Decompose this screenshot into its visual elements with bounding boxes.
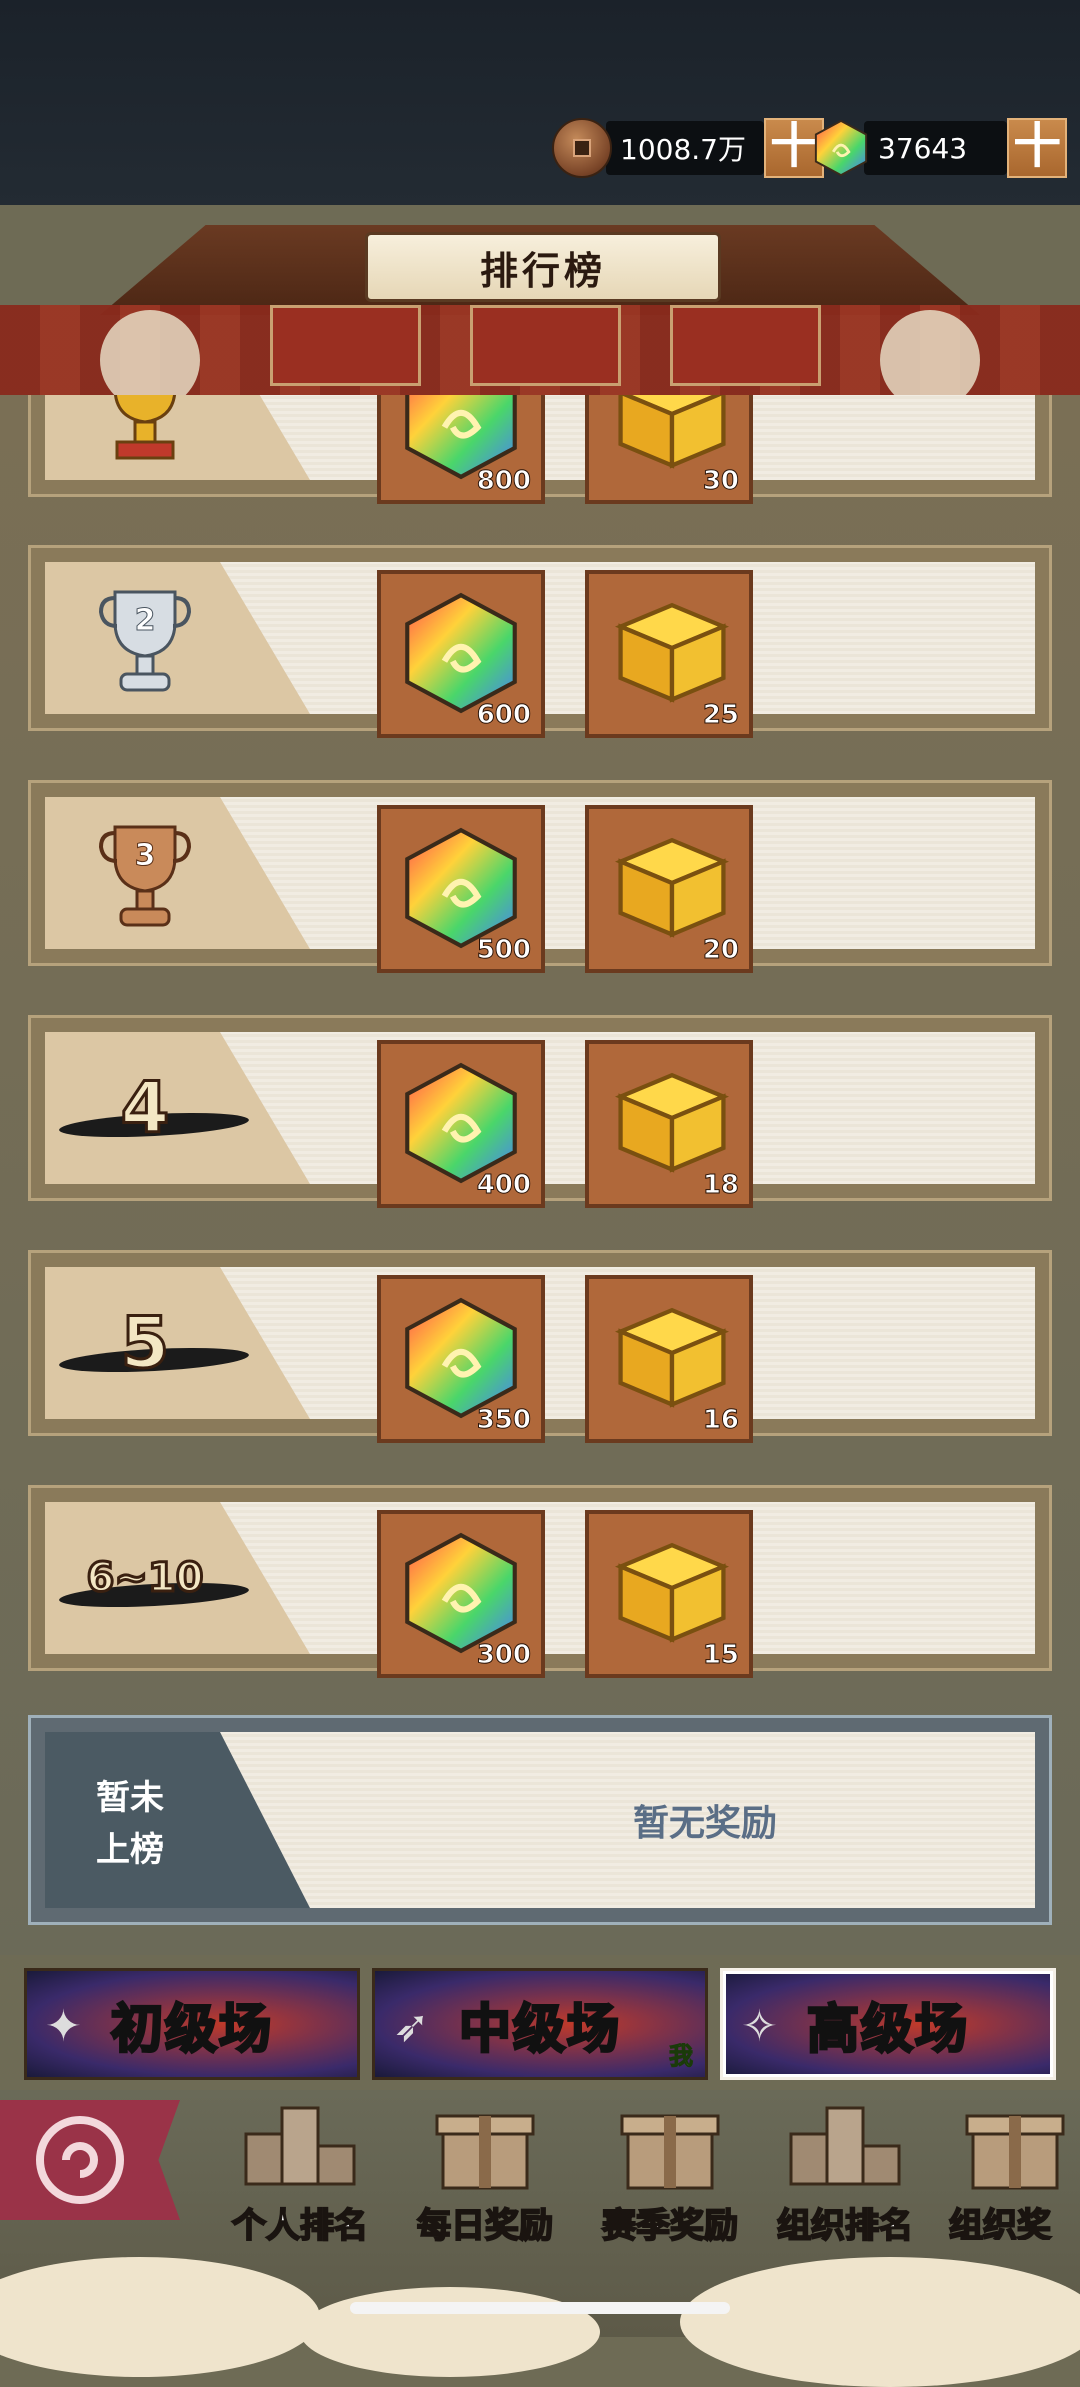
rainbow-gem-icon (814, 119, 868, 177)
chest-reward[interactable]: 16 (585, 1275, 753, 1443)
reward-row-rank-5: 5 350 16 (28, 1250, 1052, 1443)
reward-row-rank-1: 800 30 (28, 395, 1052, 504)
chest-count: 25 (702, 700, 739, 731)
nav-org-reward[interactable]: 组织奖 (945, 2090, 1080, 2240)
kunai-icon: ➶ (393, 2001, 430, 2052)
gift-box-icon (965, 2114, 1065, 2190)
banner (270, 305, 421, 386)
bronze-trophy-icon: 3 (98, 825, 192, 927)
chest-reward[interactable]: 25 (585, 570, 753, 738)
home-indicator[interactable] (350, 2302, 730, 2314)
reward-row-rank-3: 3 500 20 (28, 780, 1052, 973)
tab-advanced[interactable]: ✧ 高级场 (720, 1968, 1056, 2080)
add-gem-button[interactable]: 十 (1007, 118, 1068, 178)
scroll-icon: ✧ (741, 2001, 778, 2052)
rainbow-gem-icon (405, 1532, 517, 1654)
gem-count: 350 (476, 1405, 531, 1436)
gem-reward[interactable]: 800 (377, 395, 545, 504)
chest-reward[interactable]: 20 (585, 805, 753, 973)
podium-icon (244, 2106, 356, 2186)
chest-count: 18 (702, 1170, 739, 1201)
gem-count: 400 (476, 1170, 531, 1201)
tab-intermediate[interactable]: ➶ 中级场 我 (372, 1968, 708, 2080)
rank-number: 4 (119, 1066, 171, 1151)
gem-count: 500 (476, 935, 531, 966)
tab-beginner[interactable]: ✦ 初级场 (24, 1968, 360, 2080)
gold-chest-icon (615, 1072, 729, 1173)
rank-number: 5 (119, 1301, 171, 1386)
chest-count: 20 (702, 935, 739, 966)
nav-personal-ranking[interactable]: 个人排名 (215, 2090, 385, 2247)
arena-tabs: ✦ 初级场 ➶ 中级场 我 ✧ 高级场 (24, 1968, 1058, 2080)
banner (470, 305, 621, 386)
chest-count: 16 (702, 1405, 739, 1436)
copper-value: 1008.7万 (620, 133, 746, 166)
nav-season-reward[interactable]: 赛季奖励 (585, 2090, 755, 2247)
leaf-swirl-icon (36, 2116, 124, 2204)
gold-chest-icon (615, 602, 729, 703)
cloud-decoration (300, 2287, 600, 2377)
gold-chest-icon (615, 1307, 729, 1408)
nav-daily-reward[interactable]: 每日奖励 (400, 2090, 570, 2247)
silver-trophy-icon: 2 (98, 590, 192, 692)
gem-count: 300 (476, 1640, 531, 1671)
rainbow-gem-icon (405, 1297, 517, 1419)
page-title: 排行榜 (365, 232, 721, 302)
rank-number: 2 (135, 603, 156, 638)
gem-count: 600 (476, 700, 531, 731)
gem-count: 800 (476, 466, 531, 497)
current-arena-badge: 我 (669, 2042, 694, 2071)
gem-reward[interactable]: 500 (377, 805, 545, 973)
rainbow-gem-icon (405, 1062, 517, 1184)
chest-reward[interactable]: 15 (585, 1510, 753, 1678)
cloud-decoration (680, 2257, 1080, 2387)
no-reward-text: 暂无奖励 (632, 1803, 777, 1844)
ranking-reward-list[interactable]: 800 30 2 600 25 3 500 20 4 400 18 5 350 … (0, 395, 1080, 1955)
gold-trophy-icon (113, 395, 177, 460)
reward-row-rank-4: 4 400 18 (28, 1015, 1052, 1208)
podium-icon (789, 2106, 901, 2186)
chest-reward[interactable]: 18 (585, 1040, 753, 1208)
own-rank-label-1: 暂未 (96, 1778, 164, 1818)
own-rank-row: 暂未 上榜 暂无奖励 (28, 1715, 1052, 1925)
rainbow-gem-icon (405, 827, 517, 949)
cloud-decoration (0, 2257, 320, 2377)
reward-row-rank-6-10: 6~10 300 15 (28, 1485, 1052, 1678)
gem-reward[interactable]: 600 (377, 570, 545, 738)
gem-value: 37643 (878, 131, 968, 165)
reward-row-rank-2: 2 600 25 (28, 545, 1052, 738)
chest-count: 15 (702, 1640, 739, 1671)
gem-reward[interactable]: 400 (377, 1040, 545, 1208)
rank-number: 6~10 (85, 1554, 205, 1603)
gem-reward[interactable]: 350 (377, 1275, 545, 1443)
copper-coin-icon (552, 118, 612, 178)
gem-currency: 37643 十 (812, 118, 1068, 178)
nav-org-ranking[interactable]: 组织排名 (760, 2090, 930, 2247)
banner (670, 305, 821, 386)
chest-reward[interactable]: 30 (585, 395, 753, 504)
gift-box-icon (435, 2114, 535, 2190)
gold-chest-icon (618, 395, 726, 469)
gold-chest-icon (615, 1542, 729, 1643)
gold-chest-icon (615, 837, 729, 938)
rank-number: 3 (135, 838, 156, 873)
rainbow-gem-icon (405, 592, 517, 714)
shuriken-icon: ✦ (45, 2001, 82, 2052)
gift-box-icon (620, 2114, 720, 2190)
copper-currency: 1008.7万 十 (552, 118, 824, 178)
chest-count: 30 (702, 466, 739, 497)
gem-reward[interactable]: 300 (377, 1510, 545, 1678)
own-rank-label-2: 上榜 (96, 1830, 164, 1870)
